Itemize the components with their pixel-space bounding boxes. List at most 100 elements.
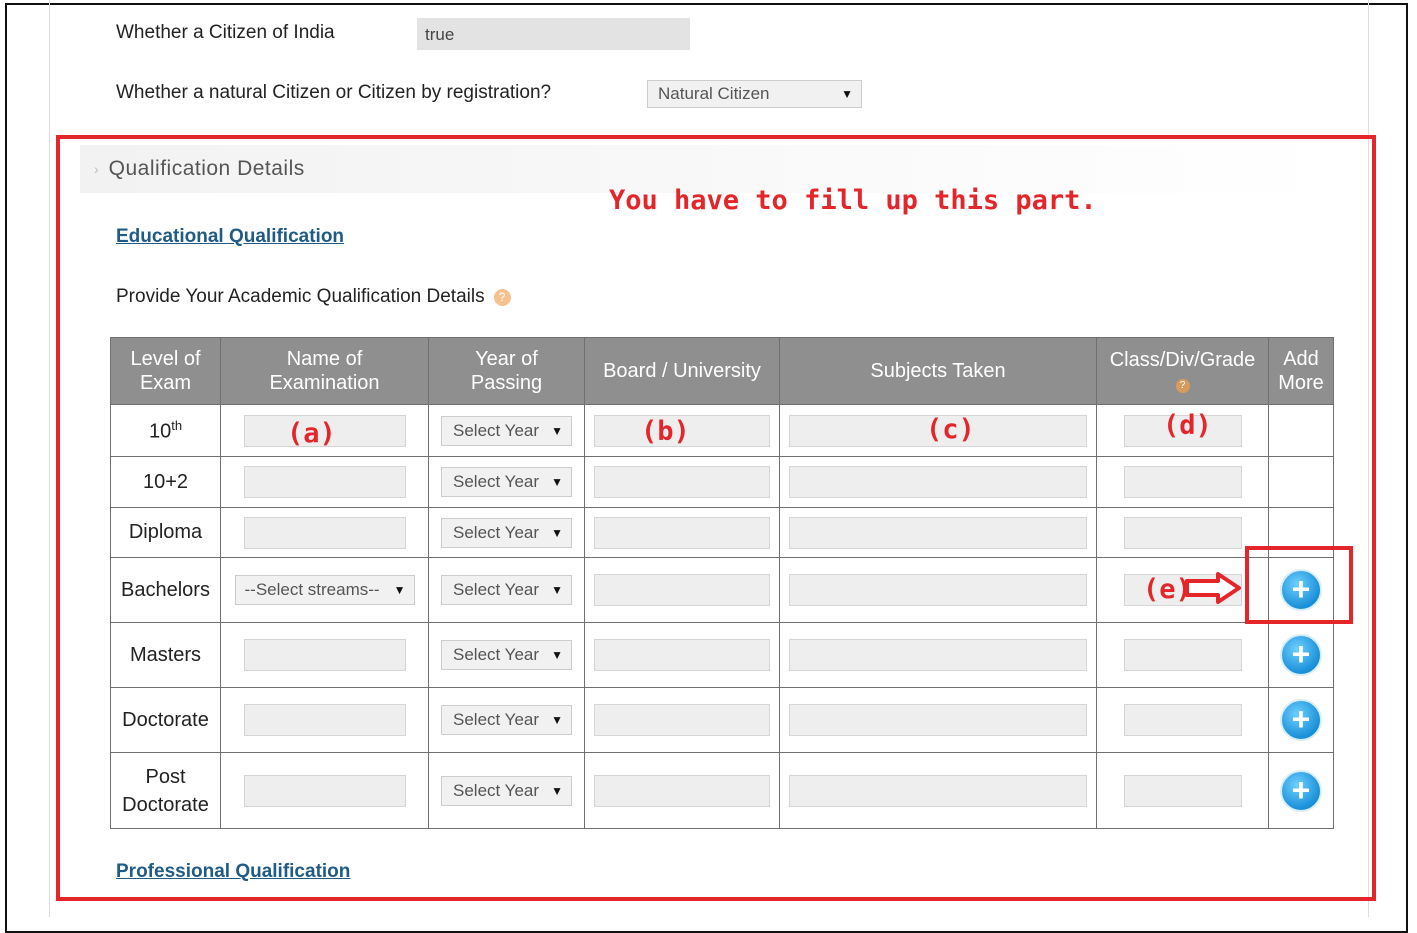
annotation-a: (a) [287,418,336,449]
provide-details-row: Provide Your Academic Qualification Deta… [116,286,511,308]
exam-name-input[interactable] [243,639,406,671]
instruction-note: You have to fill up this part. [609,185,1097,216]
level-cell: 10th [110,404,221,457]
year-select[interactable]: Select Year ▼ [441,575,572,605]
year-select[interactable]: Select Year ▼ [441,517,572,548]
caret-down-icon: ▼ [551,583,563,597]
header-name-line1: Name of [286,348,363,370]
exam-name-input[interactable] [243,774,406,807]
subjects-input[interactable] [789,704,1087,736]
citizen-india-field: true [417,18,690,50]
grade-cell [1096,507,1269,558]
subjects-input[interactable] [789,774,1087,807]
caret-down-icon: ▼ [551,783,563,798]
subjects-cell [779,507,1097,558]
stream-select-label: --Select streams-- [244,580,380,599]
grade-cell [1096,687,1269,753]
subjects-cell [779,557,1097,623]
board-cell [584,687,780,753]
grade-input[interactable] [1123,774,1242,807]
board-input[interactable] [594,466,770,498]
add-cell: + [1268,752,1334,829]
add-cell [1268,404,1334,457]
board-input[interactable] [594,639,770,671]
section-title: Qualification Details [108,157,305,180]
table-row: Diploma Select Year ▼ [110,507,1334,558]
year-cell: Select Year ▼ [428,622,585,688]
grade-input[interactable] [1123,516,1242,549]
stream-select[interactable]: --Select streams-- ▼ [234,575,415,605]
exam-name-input[interactable] [243,516,406,549]
year-select[interactable]: Select Year ▼ [441,705,572,735]
exam-name-input[interactable] [243,466,406,498]
plus-circle-icon[interactable]: + [1280,699,1322,741]
board-input[interactable] [594,704,770,736]
plus-circle-icon[interactable]: + [1280,634,1322,676]
name-cell [220,507,429,558]
level-sup: th [171,417,183,433]
add-more-highlight [1245,546,1353,624]
header-board: Board / University [584,337,780,405]
caret-down-icon: ▼ [841,87,853,101]
grade-input[interactable] [1123,704,1242,736]
subjects-cell [779,622,1097,688]
year-select[interactable]: Select Year ▼ [441,467,572,497]
level-cell: 10+2 [110,456,221,508]
grade-cell [1096,456,1269,508]
info-icon[interactable]: ? [1175,379,1190,393]
year-select-label: Select Year [453,420,540,440]
chevron-right-icon: › [94,161,99,177]
name-cell: --Select streams-- ▼ [220,557,429,623]
table-row: Doctorate Select Year ▼ + [110,687,1334,753]
annotation-b: (b) [641,416,690,447]
header-add-line1: Add [1283,348,1319,370]
name-cell [220,687,429,753]
add-cell: + [1268,687,1334,753]
year-select-label: Select Year [453,522,540,542]
citizen-type-select[interactable]: Natural Citizen ▼ [647,80,862,108]
level-cell: Post Doctorate [110,752,221,829]
caret-down-icon: ▼ [551,713,563,727]
header-level-line2: Exam [139,372,192,394]
year-cell: Select Year ▼ [428,752,585,829]
year-cell: Select Year ▼ [428,456,585,508]
grade-input[interactable] [1123,639,1242,671]
year-select[interactable]: Select Year ▼ [441,640,572,670]
table-row: 10+2 Select Year ▼ [110,456,1334,508]
exam-name-input[interactable] [243,704,406,736]
level-label: 10 [148,420,172,443]
subjects-input[interactable] [789,639,1087,671]
citizen-india-label: Whether a Citizen of India [116,22,335,43]
caret-down-icon: ▼ [551,648,563,662]
header-name: Name of Examination [220,337,429,405]
year-cell: Select Year ▼ [428,404,585,457]
year-select[interactable]: Select Year ▼ [441,415,572,446]
level-cell: Doctorate [110,687,221,753]
board-input[interactable] [594,774,770,807]
header-add-more: Add More [1268,337,1334,405]
info-icon[interactable]: ? [493,288,511,306]
subjects-input[interactable] [789,574,1087,606]
table-row: Post Doctorate Select Year ▼ + [110,752,1334,829]
year-select-label: Select Year [453,472,540,491]
year-select-label: Select Year [453,710,540,729]
provide-details-label: Provide Your Academic Qualification Deta… [116,286,485,307]
header-grade-label: Class/Div/Grade [1109,349,1256,371]
plus-circle-icon[interactable]: + [1280,769,1322,812]
arrow-right-icon [1185,572,1241,604]
subjects-input[interactable] [789,516,1087,549]
educational-qualification-link[interactable]: Educational Qualification [116,226,344,248]
subjects-cell [779,752,1097,829]
professional-qualification-link[interactable]: Professional Qualification [116,861,350,883]
year-select[interactable]: Select Year ▼ [441,775,572,806]
header-level: Level of Exam [110,337,221,405]
grade-input[interactable] [1123,466,1242,498]
header-level-line1: Level of [130,348,201,370]
header-year-line1: Year of [475,348,538,370]
subjects-input[interactable] [789,466,1087,498]
board-input[interactable] [594,574,770,606]
board-cell [584,557,780,623]
level-cell: Bachelors [110,557,221,623]
subjects-cell [779,687,1097,753]
board-input[interactable] [594,516,770,549]
